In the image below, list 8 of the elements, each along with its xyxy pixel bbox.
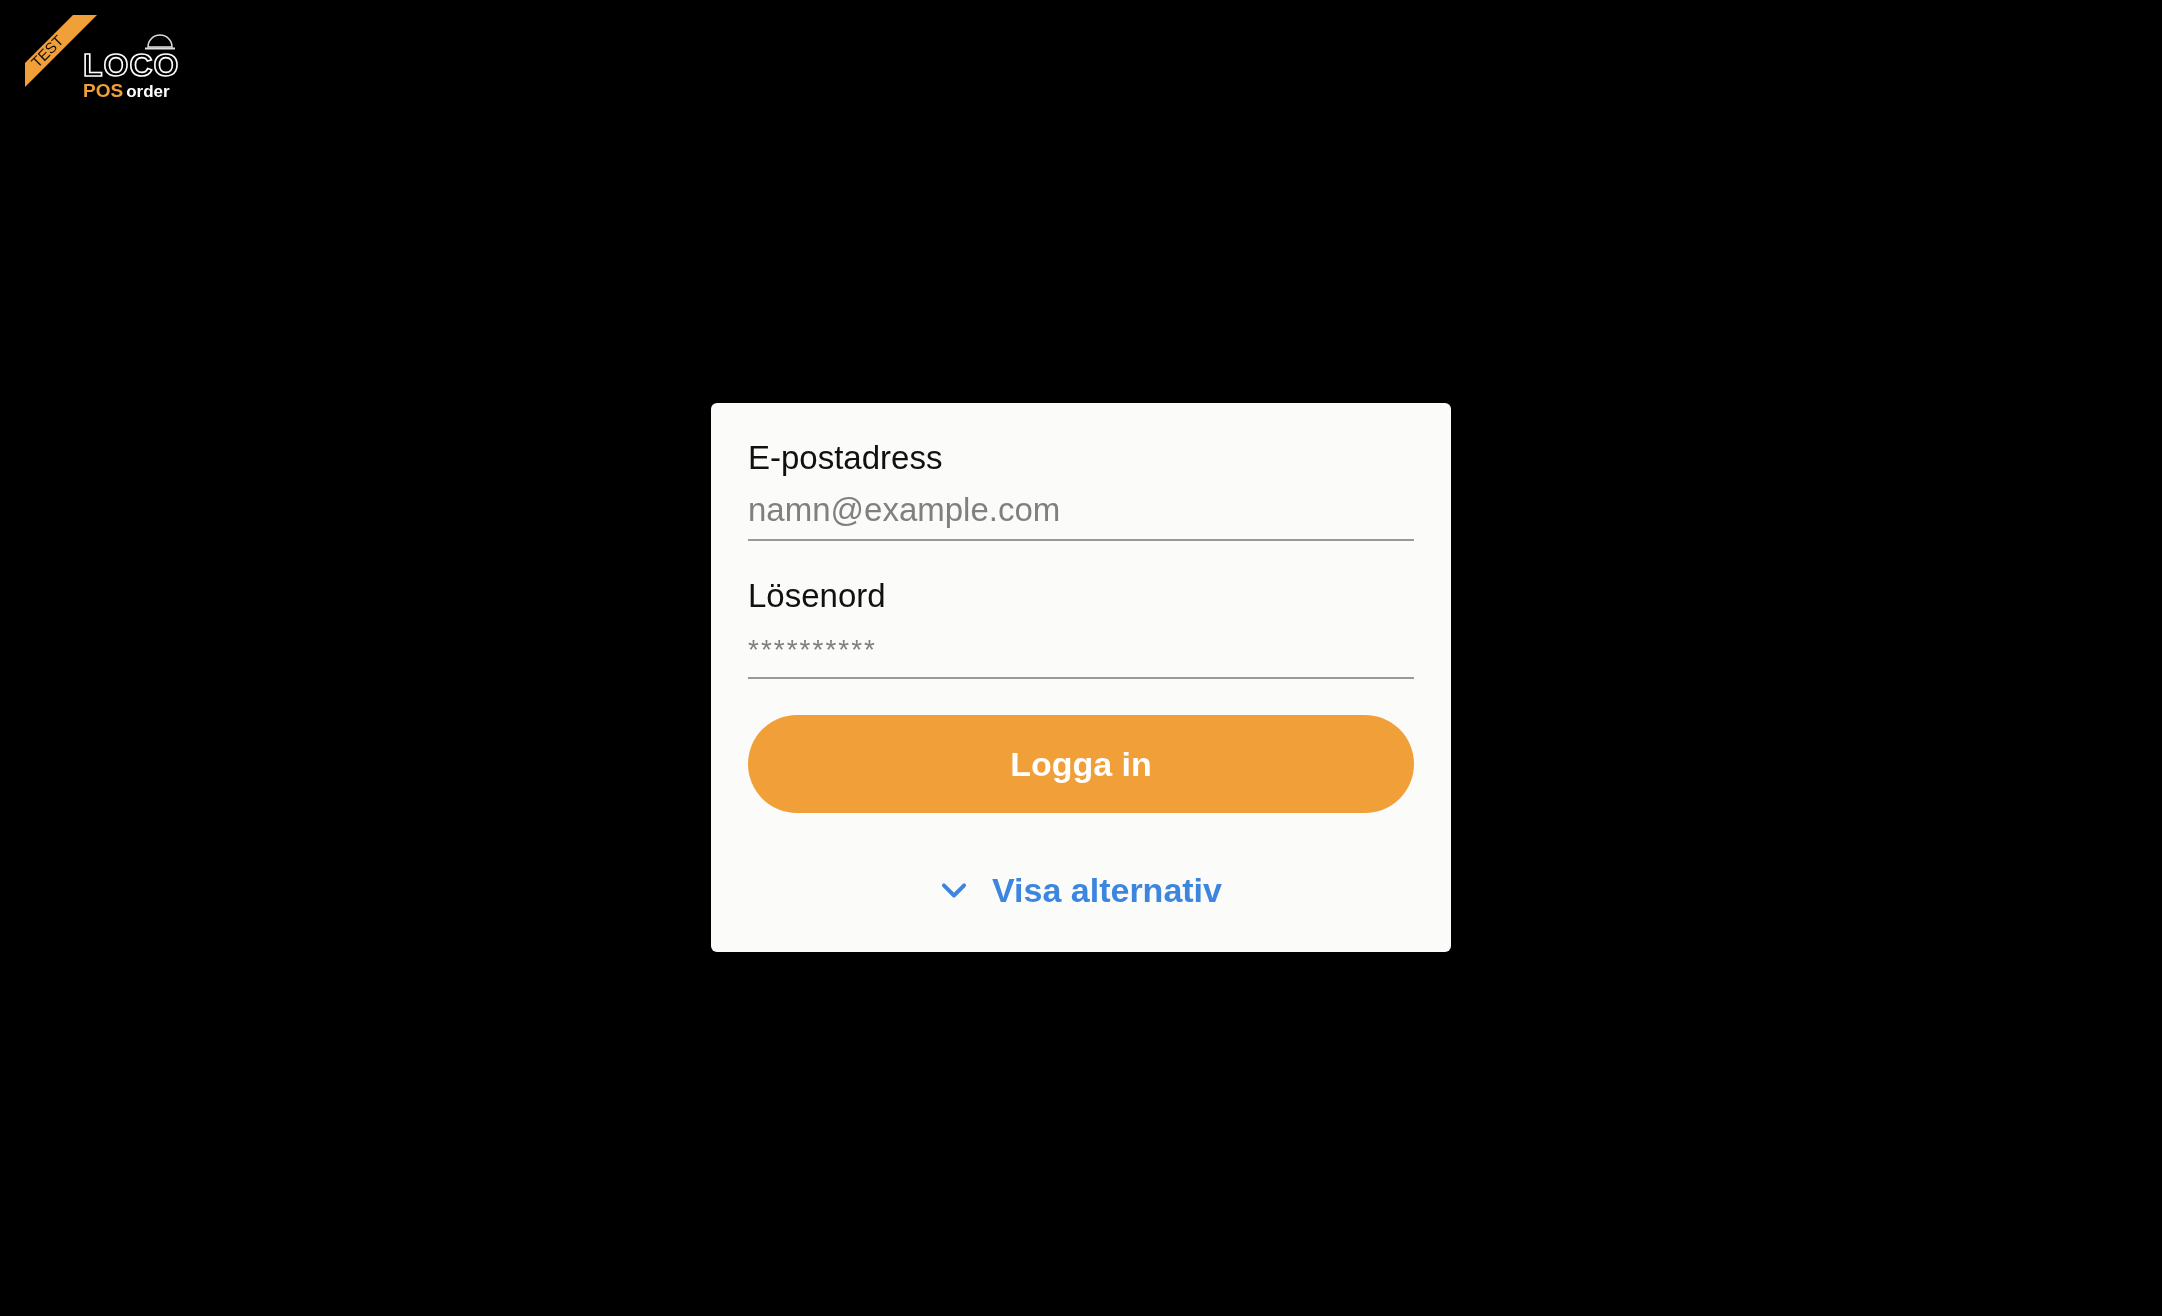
password-field[interactable]: ********** (748, 629, 1414, 679)
show-options-link[interactable]: Visa alternativ (940, 871, 1222, 910)
email-field[interactable]: namn@example.com (748, 491, 1414, 541)
field-label: E-postadress (748, 439, 944, 477)
cloche-icon (145, 32, 175, 52)
login-button[interactable]: Logga in (748, 715, 1414, 813)
field-label: Lösenord (748, 577, 887, 615)
logo-suffix: order (126, 82, 170, 102)
